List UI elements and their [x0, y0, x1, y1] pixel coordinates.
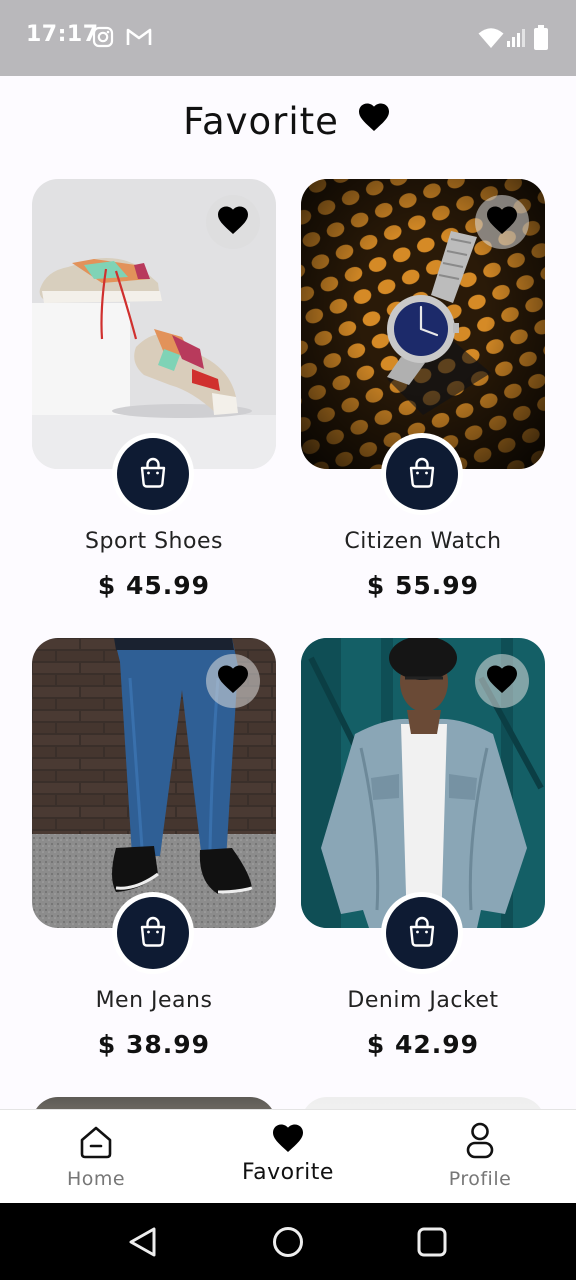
heart-icon [214, 661, 252, 701]
nav-label-favorite: Favorite [242, 1160, 334, 1185]
product-name: Sport Shoes [85, 529, 223, 554]
nav-item-favorite[interactable]: Favorite [192, 1110, 384, 1204]
bottom-nav: Home Favorite Profile [0, 1109, 576, 1204]
heart-icon [214, 202, 252, 242]
back-icon[interactable] [126, 1225, 160, 1263]
add-to-cart-button[interactable] [381, 892, 463, 974]
heart-icon [269, 1120, 307, 1160]
favorite-button[interactable] [206, 195, 260, 249]
home-icon [78, 1124, 114, 1164]
add-to-cart-button[interactable] [381, 433, 463, 515]
instagram-icon [92, 26, 114, 52]
status-bar: 17:17 [0, 0, 576, 76]
nav-item-profile[interactable]: Profile [384, 1110, 576, 1204]
product-price: $ 55.99 [366, 571, 480, 600]
gmail-icon [126, 26, 152, 52]
page-header: Favorite [0, 96, 576, 146]
product-price: $ 42.99 [366, 1030, 480, 1059]
product-price: $ 45.99 [97, 571, 211, 600]
shopping-bag-icon [402, 911, 442, 955]
add-to-cart-circle [117, 897, 189, 969]
add-to-cart-button[interactable] [112, 433, 194, 515]
wifi-icon [478, 27, 504, 53]
shopping-bag-icon [133, 911, 173, 955]
product-price: $ 38.99 [97, 1030, 211, 1059]
status-time: 17:17 [26, 22, 99, 47]
heart-icon [355, 99, 393, 144]
favorite-button[interactable] [475, 654, 529, 708]
favorite-button[interactable] [475, 195, 529, 249]
battery-icon [533, 25, 549, 55]
recents-icon[interactable] [415, 1225, 449, 1263]
add-to-cart-circle [386, 438, 458, 510]
system-nav-bar [0, 1203, 576, 1280]
add-to-cart-circle [117, 438, 189, 510]
product-name: Men Jeans [95, 988, 213, 1013]
nav-label-home: Home [66, 1168, 126, 1190]
add-to-cart-circle [386, 897, 458, 969]
nav-item-home[interactable]: Home [0, 1110, 192, 1204]
product-name: Denim Jacket [347, 988, 499, 1013]
product-name: Citizen Watch [344, 529, 502, 554]
page-title: Favorite [183, 99, 339, 143]
shopping-bag-icon [133, 452, 173, 496]
favorite-button[interactable] [206, 654, 260, 708]
add-to-cart-button[interactable] [112, 892, 194, 974]
signal-icon [506, 28, 526, 52]
nav-label-profile: Profile [448, 1168, 512, 1190]
shopping-bag-icon [402, 452, 442, 496]
person-icon [465, 1122, 495, 1164]
home-circle-icon[interactable] [271, 1225, 305, 1263]
heart-icon [483, 202, 521, 242]
heart-icon [483, 661, 521, 701]
